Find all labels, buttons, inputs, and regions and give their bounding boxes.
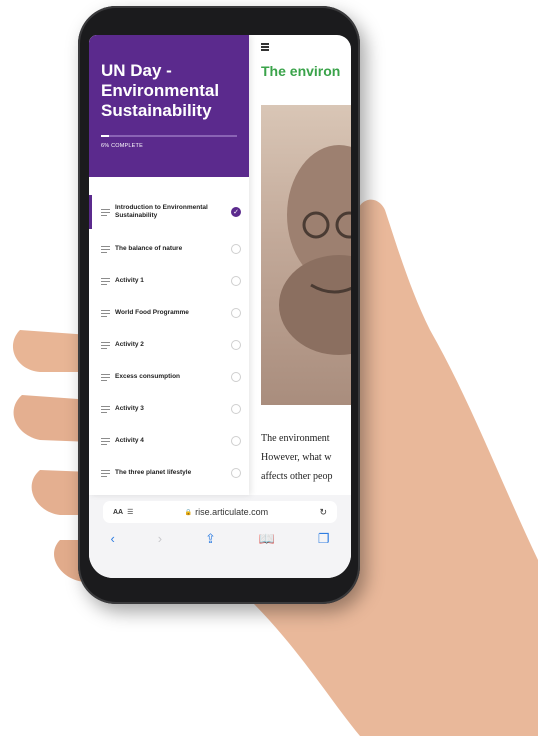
lesson-list-icon (101, 405, 110, 413)
chevron-right-icon[interactable]: › (158, 531, 162, 547)
status-circle-icon (231, 404, 241, 414)
lesson-label: Excess consumption (115, 373, 181, 380)
body-line: affects other peop (261, 471, 333, 482)
hamburger-icon[interactable] (261, 43, 269, 52)
lesson-item[interactable]: Introduction to Environmental Sustainabi… (89, 191, 249, 233)
phone-screen: UN Day - Environmental Sustainability 6%… (89, 35, 351, 578)
reader-view-icon[interactable]: ☰ (127, 508, 133, 516)
lesson-label: Introduction to Environmental Sustainabi… (115, 204, 208, 219)
tabs-icon[interactable]: ❐ (318, 531, 330, 547)
lesson-content: The environ The environment However, wha… (249, 35, 351, 495)
body-line: The environment (261, 433, 330, 444)
lesson-label: The three planet lifestyle (115, 469, 192, 476)
status-circle-icon (231, 436, 241, 446)
lesson-item[interactable]: The balance of nature (89, 233, 249, 265)
lesson-item[interactable]: Excess consumption (89, 361, 249, 393)
course-sidebar: UN Day - Environmental Sustainability 6%… (89, 35, 249, 495)
lesson-label: Activity 3 (115, 405, 144, 412)
status-circle-icon (231, 244, 241, 254)
url-text[interactable]: rise.articulate.com (195, 507, 268, 517)
lesson-body: The environment However, what w affects … (261, 429, 332, 486)
lesson-item[interactable]: World Food Programme (89, 297, 249, 329)
progress-bar (101, 135, 237, 137)
lesson-item[interactable]: The three planet lifestyle (89, 457, 249, 489)
status-circle-icon (231, 340, 241, 350)
browser-chrome: AA ☰ 🔒 rise.articulate.com ↻ ‹ › ⇪ 📖 ❐ (89, 495, 351, 578)
lesson-list: Introduction to Environmental Sustainabi… (89, 191, 249, 489)
share-icon[interactable]: ⇪ (205, 531, 216, 547)
status-circle-icon (231, 468, 241, 478)
lesson-list-icon (101, 373, 110, 381)
lesson-item[interactable]: Activity 3 (89, 393, 249, 425)
book-icon[interactable]: 📖 (259, 531, 275, 547)
lesson-item[interactable]: Activity 4 (89, 425, 249, 457)
address-bar[interactable]: AA ☰ 🔒 rise.articulate.com ↻ (103, 501, 337, 523)
lesson-list-icon (101, 277, 110, 285)
lesson-list-icon (101, 341, 110, 349)
progress-fill (101, 135, 110, 137)
lesson-list-icon (101, 245, 110, 253)
checkmark-icon: ✓ (231, 207, 241, 217)
lesson-heading: The environ (261, 63, 341, 79)
lock-icon: 🔒 (184, 509, 193, 516)
lesson-label: World Food Programme (115, 309, 189, 316)
course-header: UN Day - Environmental Sustainability 6%… (89, 35, 249, 177)
lesson-label: Activity 2 (115, 341, 144, 348)
lesson-list-icon (101, 437, 110, 445)
lesson-item[interactable]: Activity 2 (89, 329, 249, 361)
status-circle-icon (231, 276, 241, 286)
hero-image (261, 105, 351, 405)
lesson-item[interactable]: Activity 1 (89, 265, 249, 297)
chevron-left-icon[interactable]: ‹ (110, 531, 114, 547)
progress-label: 6% COMPLETE (101, 143, 143, 149)
lesson-list-icon (101, 309, 110, 317)
browser-toolbar: ‹ › ⇪ 📖 ❐ (89, 531, 351, 547)
lesson-label: Activity 4 (115, 437, 144, 444)
status-circle-icon (231, 372, 241, 382)
body-line: However, what w (261, 452, 332, 463)
lesson-list-icon (101, 469, 110, 477)
reload-icon[interactable]: ↻ (319, 507, 327, 518)
lesson-list-icon (101, 208, 110, 216)
lesson-label: The balance of nature (115, 245, 183, 252)
course-title: UN Day - Environmental Sustainability (101, 61, 220, 120)
text-size-button[interactable]: AA (113, 509, 123, 516)
status-circle-icon (231, 308, 241, 318)
lesson-label: Activity 1 (115, 277, 144, 284)
